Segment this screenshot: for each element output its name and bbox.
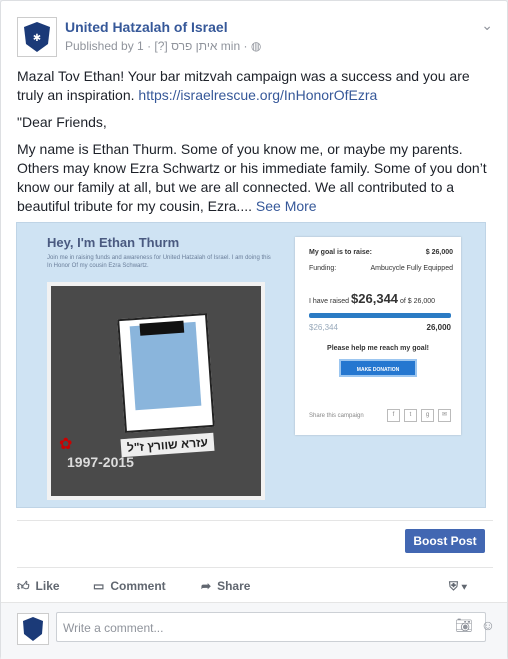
make-donation-button[interactable]: MAKE DONATION xyxy=(339,359,417,377)
post-body: Mazal Tov Ethan! Your bar mitzvah campai… xyxy=(17,67,493,224)
share-button[interactable]: ➦ Share xyxy=(201,579,250,593)
photo-caption: עזרא שוורץ ז"ל xyxy=(120,432,215,458)
page-selector[interactable]: ⛨ ▾ xyxy=(449,579,467,594)
post-header: ✱ United Hatzalah of Israel Published by… xyxy=(17,17,493,57)
share-label: Share xyxy=(217,579,251,593)
like-button[interactable]: 👍︎ Like xyxy=(17,579,60,594)
comment-area: Write a comment... 📷︎ ☺ xyxy=(1,602,507,659)
meta-text: Published by איתן פרס [?] · 1 min · xyxy=(65,39,251,53)
rose-icon: ✿ xyxy=(59,436,73,453)
raised-suffix: of $ 26,000 xyxy=(398,298,436,305)
funding-row: Funding: Ambucycle Fully Equipped xyxy=(309,265,453,272)
progress-right-label: 26,000 xyxy=(426,323,451,332)
campaign-image[interactable]: Hey, I'm Ethan Thurm Join me in raising … xyxy=(16,222,486,508)
funding-label: Funding: xyxy=(309,265,337,272)
comment-icons: 📷︎ ☺ xyxy=(455,617,495,634)
progress-bar xyxy=(309,313,451,318)
twitter-icon[interactable]: t xyxy=(404,409,417,422)
embed-heading: Hey, I'm Ethan Thurm xyxy=(47,235,180,250)
raised-prefix: I have raised xyxy=(309,298,352,305)
chevron-down-icon[interactable]: ⌄ xyxy=(481,17,493,34)
post-line3: My name is Ethan Thurm. Some of you know… xyxy=(17,141,487,214)
post-line2: "Dear Friends, xyxy=(17,114,107,130)
page-name-link[interactable]: United Hatzalah of Israel xyxy=(65,19,228,35)
post-meta: Published by איתן פרס [?] · 1 min · ◍ xyxy=(65,39,261,53)
like-label: Like xyxy=(35,579,60,593)
camera-icon[interactable]: 📷︎ xyxy=(455,617,473,633)
goal-value: $ 26,000 xyxy=(425,249,453,256)
comment-icon: ▭ xyxy=(93,579,105,593)
thumbs-up-icon: 👍︎ xyxy=(17,579,30,593)
google-plus-icon[interactable]: g xyxy=(421,409,434,422)
memorial-photo: עזרא שוורץ ז"ל ✿ 1997-2015 xyxy=(47,282,265,500)
comment-label: Comment xyxy=(110,579,166,593)
goal-label: My goal is to raise: xyxy=(309,249,373,256)
goal-row: My goal is to raise: $ 26,000 xyxy=(309,249,453,256)
svg-text:✱: ✱ xyxy=(33,33,41,44)
email-icon[interactable]: ✉ xyxy=(438,409,451,422)
divider xyxy=(17,520,493,521)
raised-text: I have raised $26,344 of $ 26,000 xyxy=(309,291,435,306)
comment-button[interactable]: ▭ Comment xyxy=(93,579,166,593)
help-text: Please help me reach my goal! xyxy=(327,345,429,352)
comment-input[interactable]: Write a comment... xyxy=(56,612,486,642)
progress-left-label: $26,344 xyxy=(309,323,338,332)
embed-intro: Join me in raising funds and awareness f… xyxy=(47,255,271,269)
see-more-link[interactable]: See More xyxy=(256,198,317,214)
post-link[interactable]: https://israelrescue.org/InHonorOfEzra xyxy=(138,87,377,103)
caret-down-icon: ▾ xyxy=(461,579,468,593)
globe-icon: ◍ xyxy=(250,39,262,53)
graduation-photo xyxy=(117,312,215,434)
page-mini-icon: ⛨ xyxy=(449,579,459,593)
share-campaign-label: Share this campaign xyxy=(309,413,364,419)
comment-placeholder: Write a comment... xyxy=(63,621,164,635)
emoji-icon[interactable]: ☺ xyxy=(481,617,495,633)
post-card: ✱ United Hatzalah of Israel Published by… xyxy=(0,0,508,659)
page-avatar[interactable]: ✱ xyxy=(17,17,57,57)
commenter-avatar xyxy=(17,613,49,645)
raised-amount: $26,344 xyxy=(351,291,399,306)
boost-post-button[interactable]: Boost Post xyxy=(405,529,485,553)
facebook-icon[interactable]: f xyxy=(387,409,400,422)
share-arrow-icon: ➦ xyxy=(201,579,212,593)
divider xyxy=(17,567,493,568)
photo-years: 1997-2015 xyxy=(67,454,134,470)
donation-widget: My goal is to raise: $ 26,000 Funding: A… xyxy=(295,237,461,435)
funding-value: Ambucycle Fully Equipped xyxy=(370,265,454,272)
